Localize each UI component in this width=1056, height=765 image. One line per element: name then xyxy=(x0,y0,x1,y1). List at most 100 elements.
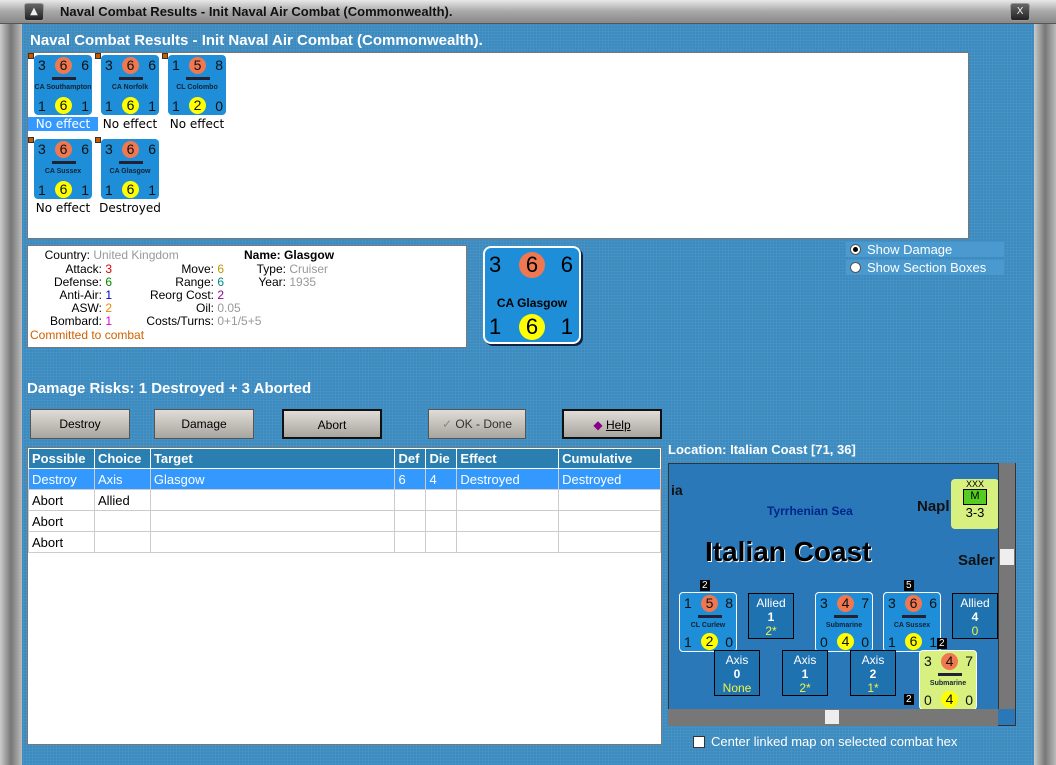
unit-counter[interactable]: 3 6 6 CA Norfolk 1 6 1 xyxy=(95,53,159,115)
unit-counter[interactable]: 3 6 6 CA Sussex 1 6 1 xyxy=(883,592,941,652)
center-linked-checkbox[interactable]: Center linked map on selected combat hex xyxy=(693,734,957,749)
attack-circle: 4 xyxy=(941,653,958,670)
abort-button[interactable]: Abort xyxy=(282,409,382,439)
box-count: 1 xyxy=(801,667,809,681)
ok-done-button[interactable]: ✓ OK - Done xyxy=(428,409,526,439)
unit-type-icon: M xyxy=(963,489,987,505)
box-value: 0 xyxy=(971,624,979,638)
counter-slot[interactable]: 3 6 6 CA Norfolk 1 6 1 No effect xyxy=(95,53,165,131)
costs-value: 0+1/5+5 xyxy=(217,314,262,328)
counter-value: 1 xyxy=(105,182,113,198)
counter-slot[interactable]: 3 6 6 CA Sussex 1 6 1 No effect xyxy=(28,137,98,215)
counter-value: 1 xyxy=(929,634,937,650)
unit-counter[interactable]: 1 5 8 CL Curlew 1 2 0 xyxy=(679,592,737,652)
defense-circle: 6 xyxy=(122,97,139,114)
column-header[interactable]: Choice xyxy=(93,448,151,469)
counter-value: 6 xyxy=(560,252,573,277)
counter-value: 0 xyxy=(725,634,733,650)
horizontal-scrollbar[interactable] xyxy=(668,709,998,726)
destroy-button[interactable]: Destroy xyxy=(30,409,130,439)
attack-circle: 5 xyxy=(701,595,718,612)
counter-value: 1 xyxy=(172,57,180,73)
combat-box[interactable]: Axis 2 1* xyxy=(850,650,896,696)
left-frame xyxy=(0,24,22,765)
column-header[interactable]: Cumulative xyxy=(558,448,661,469)
attack-circle: 6 xyxy=(519,252,545,278)
defense-circle: 6 xyxy=(905,633,922,650)
unit-counter[interactable]: 3 6 6 CA Sussex 1 6 1 xyxy=(28,137,92,199)
minimize-button[interactable]: ▲ xyxy=(24,3,44,21)
column-header[interactable]: Possible xyxy=(28,448,95,469)
counter-result: Destroyed xyxy=(99,201,161,215)
status-marker xyxy=(162,53,168,59)
table-row[interactable]: Abort xyxy=(28,531,661,553)
ship-icon xyxy=(834,615,858,618)
table-cell xyxy=(456,531,560,553)
map-ship[interactable]: 3 4 7 Submarine 0 4 0 xyxy=(815,592,873,652)
box-side: Allied xyxy=(960,596,990,610)
counter-value: 0 xyxy=(965,692,973,708)
damage-button[interactable]: Damage xyxy=(154,409,254,439)
stack-count: 2 xyxy=(937,638,947,649)
country-label: Country: xyxy=(44,248,90,262)
table-cell: Abort xyxy=(28,510,95,532)
unit-counter[interactable]: 3 6 6 CA Glasgow 1 6 1 xyxy=(95,137,159,199)
window-title: Naval Combat Results - Init Naval Air Co… xyxy=(60,4,453,19)
table-row[interactable]: Destroy Axis Glasgow 6 4 Destroyed Destroyed xyxy=(28,468,661,490)
table-cell xyxy=(425,489,458,511)
box-side: Allied xyxy=(756,596,786,610)
ship-icon xyxy=(938,673,962,676)
counter-result: No effect xyxy=(169,117,225,131)
help-book-icon: ◆ xyxy=(593,418,606,432)
column-header[interactable]: Die xyxy=(425,448,458,469)
combat-box[interactable]: Allied 1 2* xyxy=(748,593,794,639)
column-header[interactable]: Effect xyxy=(456,448,560,469)
sea-label: Tyrrhenian Sea xyxy=(767,504,853,518)
table-cell xyxy=(394,531,427,553)
map-ship[interactable]: 1 5 8 CL Curlew 1 2 0 xyxy=(679,592,737,652)
counter-name: CA Sussex xyxy=(893,622,931,629)
reorg-value: 2 xyxy=(217,288,225,302)
close-button[interactable]: X xyxy=(1010,3,1030,21)
counter-slot[interactable]: 3 6 6 CA Southampton 1 6 1 No effect xyxy=(28,53,98,131)
map-ship[interactable]: 3 6 6 CA Sussex 1 6 1 xyxy=(883,592,941,652)
table-cell: Abort xyxy=(28,489,95,511)
counter-slot[interactable]: 1 5 8 CL Colombo 1 2 0 No effect xyxy=(162,53,232,131)
army-unit-counter[interactable]: XXX M 3-3 xyxy=(951,479,999,529)
combat-box[interactable]: Axis 1 2* xyxy=(782,650,828,696)
unit-counter[interactable]: 3 4 7 Submarine 0 4 0 xyxy=(919,650,977,710)
table-row[interactable]: Abort Allied xyxy=(28,489,661,511)
table-cell xyxy=(394,510,427,532)
map-ship[interactable]: 3 4 7 Submarine 0 4 0 xyxy=(919,650,977,710)
unit-counter[interactable]: 1 5 8 CL Colombo 1 2 0 xyxy=(162,53,226,115)
show-section-boxes-radio[interactable]: Show Section Boxes xyxy=(846,260,1004,275)
counter-slot[interactable]: 3 6 6 CA Glasgow 1 6 1 Destroyed xyxy=(95,137,165,215)
counter-name: Submarine xyxy=(929,680,967,687)
unit-counter[interactable]: 3 6 6 CA Southampton 1 6 1 xyxy=(28,53,94,117)
show-damage-radio[interactable]: Show Damage xyxy=(846,242,1004,257)
vertical-scrollbar[interactable] xyxy=(998,463,1015,709)
unit-counter[interactable]: 3 4 7 Submarine 0 4 0 xyxy=(815,592,873,652)
map-view[interactable]: ia Tyrrhenian Sea Napl Saler Italian Coa… xyxy=(668,463,1016,726)
counter-value: 0 xyxy=(820,634,828,650)
scroll-thumb[interactable] xyxy=(1000,549,1014,565)
combat-box[interactable]: Allied 4 0 xyxy=(952,593,998,639)
counter-value: 6 xyxy=(929,595,937,611)
counter-value: 1 xyxy=(684,595,692,611)
scroll-thumb[interactable] xyxy=(825,710,839,724)
defense-value: 6 xyxy=(105,275,113,289)
defense-circle: 2 xyxy=(189,97,206,114)
box-value: 2* xyxy=(799,681,811,695)
column-header[interactable]: Def xyxy=(394,448,427,469)
combat-box[interactable]: Axis 0 None xyxy=(714,650,760,696)
move-label: Move: xyxy=(181,262,214,276)
table-row[interactable]: Abort xyxy=(28,510,661,532)
counter-value: 1 xyxy=(81,182,89,198)
table-cell xyxy=(149,489,396,511)
radio-icon xyxy=(850,244,861,255)
column-header[interactable]: Target xyxy=(149,448,396,469)
box-side: Axis xyxy=(793,653,817,667)
counter-value: 1 xyxy=(81,98,89,114)
status-marker xyxy=(95,137,101,143)
help-button[interactable]: ◆ Help xyxy=(562,409,662,439)
